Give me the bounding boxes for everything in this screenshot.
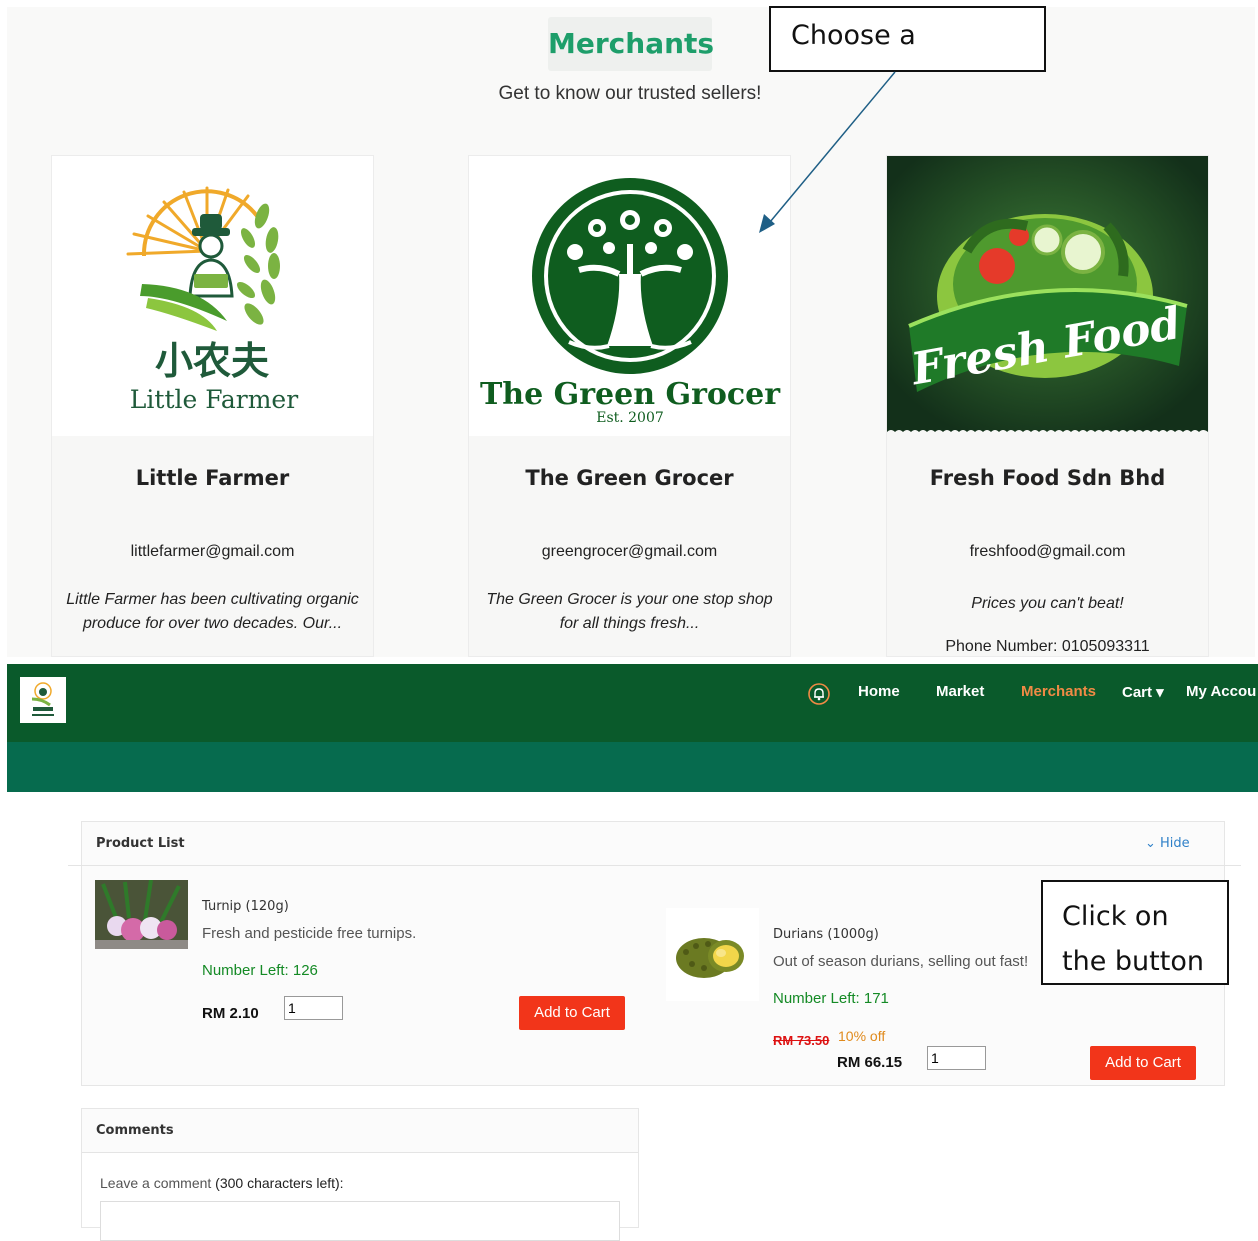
- comments-panel: Comments Leave a comment (300 characters…: [81, 1108, 639, 1241]
- farmer-logo-icon: 小农夫 Little Farmer: [126, 186, 298, 414]
- merchant-email: freshfood@gmail.com: [969, 543, 1126, 560]
- fresh-food-logo: Fresh Food: [887, 156, 1208, 436]
- green-grocer-logo: The Green Grocer Est. 2007: [469, 156, 790, 436]
- merchant-phone: Phone Number: 0105093311: [945, 638, 1150, 655]
- header-banner: [7, 742, 1258, 792]
- product-name: Turnip (120g): [202, 899, 289, 914]
- add-to-cart-button[interactable]: Add to Cart: [1090, 1046, 1196, 1080]
- svg-text:Est. 2007: Est. 2007: [596, 410, 664, 426]
- product-stock: Number Left: 171: [773, 990, 889, 1007]
- comment-label: Leave a comment (300 characters left):: [100, 1175, 344, 1191]
- product-description: Fresh and pesticide free turnips.: [202, 925, 417, 942]
- annotation-line: Click on: [1062, 901, 1169, 932]
- merchant-email: littlefarmer@gmail.com: [130, 543, 295, 560]
- salad-logo-icon: Fresh Food: [887, 156, 1208, 436]
- tree-logo-icon: The Green Grocer Est. 2007: [480, 178, 781, 426]
- comment-textarea[interactable]: [100, 1201, 620, 1241]
- product-description: Out of season durians, selling out fast!: [773, 953, 1029, 970]
- nav-market[interactable]: Market: [936, 683, 984, 700]
- add-to-cart-button[interactable]: Add to Cart: [519, 996, 625, 1030]
- merchants-subtitle: Get to know our trusted sellers!: [498, 83, 762, 104]
- nav-merchants[interactable]: Merchants: [1021, 683, 1096, 700]
- quantity-input[interactable]: [927, 1046, 986, 1070]
- merchant-name[interactable]: Little Farmer: [52, 466, 373, 490]
- merchant-name[interactable]: Fresh Food Sdn Bhd: [887, 466, 1208, 490]
- navbar: Home Market Merchants Cart ▾ My Accou: [7, 664, 1258, 742]
- product-price: RM 2.10: [202, 1005, 259, 1022]
- annotation-choose: Choose a: [769, 6, 1046, 72]
- merchant-card-green-grocer[interactable]: The Green Grocer Est. 2007 The Green Gro…: [468, 155, 791, 657]
- product-old-price: RM 73.50: [773, 1033, 830, 1048]
- comment-char-count: (300 characters left):: [215, 1175, 344, 1191]
- product-list-title: Product List: [96, 836, 185, 851]
- durian-image[interactable]: [666, 908, 759, 1001]
- merchants-section: Merchants Get to know our trusted seller…: [7, 7, 1255, 657]
- merchant-name[interactable]: The Green Grocer: [469, 466, 790, 490]
- merchants-title-box: Merchants: [548, 17, 715, 71]
- merchant-card-little-farmer[interactable]: 小农夫 Little Farmer Little Farmer littlefa…: [51, 155, 374, 657]
- farmer-logo-small-icon: [31, 682, 54, 716]
- product-stock: Number Left: 126: [202, 962, 318, 979]
- divider: [68, 865, 1241, 866]
- comments-title: Comments: [96, 1123, 174, 1138]
- quantity-input[interactable]: [284, 996, 343, 1020]
- durian-photo-icon: [676, 938, 744, 978]
- merchant-description: Little Farmer has been cultivating organ…: [66, 591, 359, 632]
- merchant-card-fresh-food[interactable]: Fresh Food Fresh Food Sdn Bhd freshfood@…: [886, 155, 1209, 657]
- little-farmer-logo: 小农夫 Little Farmer: [52, 156, 373, 436]
- turnip-photo-icon: [95, 880, 188, 949]
- annotation-click-button: Click on the button: [1041, 880, 1229, 985]
- product-discount: 10% off: [838, 1028, 886, 1044]
- svg-text:The Green Grocer: The Green Grocer: [480, 377, 781, 412]
- merchants-title: Merchants: [548, 27, 715, 60]
- nav-my-account[interactable]: My Accou: [1186, 683, 1256, 700]
- turnip-image[interactable]: [95, 880, 188, 949]
- merchant-description: The Green Grocer is your one stop shop f…: [486, 591, 773, 632]
- hide-toggle[interactable]: ⌄ Hide: [1145, 836, 1190, 851]
- svg-text:Little Farmer: Little Farmer: [130, 385, 298, 414]
- product-name: Durians (1000g): [773, 927, 879, 942]
- site-logo[interactable]: [20, 677, 66, 723]
- bell-icon[interactable]: [808, 683, 830, 705]
- comment-label-text: Leave a comment: [100, 1175, 216, 1191]
- nav-home[interactable]: Home: [858, 683, 900, 700]
- product-price: RM 66.15: [837, 1054, 903, 1071]
- merchant-email: greengrocer@gmail.com: [541, 543, 718, 560]
- comments-header: Comments: [82, 1109, 638, 1153]
- nav-cart[interactable]: Cart ▾: [1122, 683, 1164, 701]
- annotation-line: the button: [1062, 946, 1204, 977]
- merchant-description: Prices you can't beat!: [971, 595, 1124, 612]
- svg-text:小农夫: 小农夫: [155, 338, 269, 383]
